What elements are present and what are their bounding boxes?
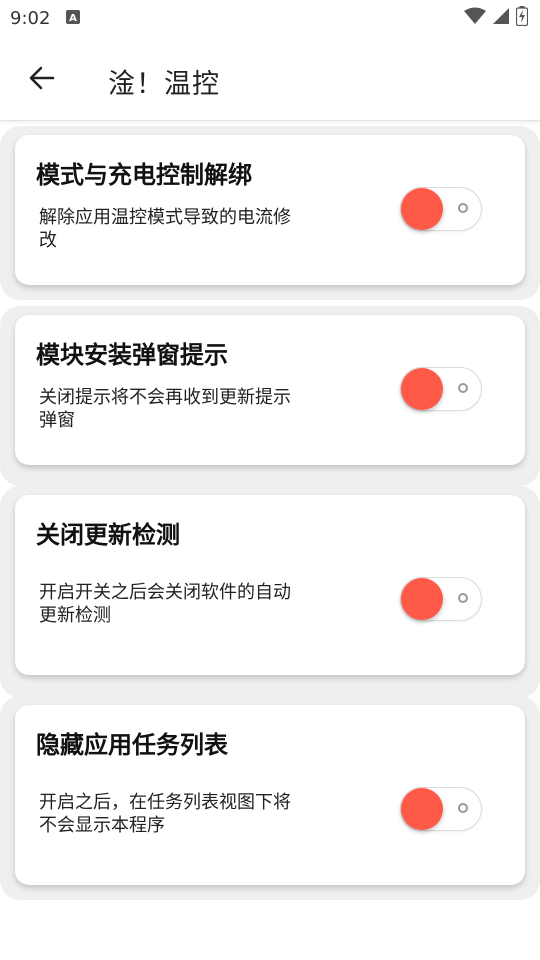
setting-title: 模块安装弹窗提示 xyxy=(36,341,228,369)
toggle-off-indicator xyxy=(458,593,468,603)
battery-charging-icon xyxy=(515,5,529,31)
setting-card-unbind-charge-control: 模式与充电控制解绑 解除应用温控模式导致的电流修 改 xyxy=(15,135,525,285)
setting-group: 关闭更新检测 开启开关之后会关闭软件的自动 更新检测 xyxy=(0,486,540,698)
page-title: 淦！温控 xyxy=(108,69,220,100)
toggle-switch-install-popup[interactable] xyxy=(401,368,481,410)
setting-group: 模块安装弹窗提示 关闭提示将不会再收到更新提示 弹窗 xyxy=(0,306,540,486)
setting-description: 关闭提示将不会再收到更新提示 弹窗 xyxy=(39,387,291,431)
svg-text:A: A xyxy=(70,13,78,24)
setting-title: 模式与充电控制解绑 xyxy=(36,161,252,189)
setting-card-install-popup: 模块安装弹窗提示 关闭提示将不会再收到更新提示 弹窗 xyxy=(15,315,525,465)
settings-list: 模式与充电控制解绑 解除应用温控模式导致的电流修 改 模块安装弹窗提示 关闭提示… xyxy=(0,124,540,900)
setting-description: 解除应用温控模式导致的电流修 改 xyxy=(39,207,291,251)
setting-group: 模式与充电控制解绑 解除应用温控模式导致的电流修 改 xyxy=(0,126,540,300)
setting-group: 隐藏应用任务列表 开启之后，在任务列表视图下将 不会显示本程序 xyxy=(0,696,540,900)
toggle-knob xyxy=(401,788,443,830)
app-bar: 淦！温控 xyxy=(0,36,540,121)
setting-card-disable-update-check: 关闭更新检测 开启开关之后会关闭软件的自动 更新检测 xyxy=(15,495,525,675)
toggle-switch-disable-update-check[interactable] xyxy=(401,578,481,620)
toggle-knob xyxy=(401,188,443,230)
toggle-switch-hide-task-list[interactable] xyxy=(401,788,481,830)
setting-title: 关闭更新检测 xyxy=(36,521,180,549)
clock: 9:02 xyxy=(10,7,51,29)
setting-card-hide-task-list: 隐藏应用任务列表 开启之后，在任务列表视图下将 不会显示本程序 xyxy=(15,705,525,885)
setting-description: 开启之后，在任务列表视图下将 不会显示本程序 xyxy=(39,792,291,836)
toggle-knob xyxy=(401,368,443,410)
a-letter-icon: A xyxy=(66,8,81,29)
cell-signal-icon xyxy=(492,7,510,30)
toggle-off-indicator xyxy=(458,803,468,813)
toggle-knob xyxy=(401,578,443,620)
arrow-back-icon xyxy=(29,66,55,94)
toggle-switch-unbind-charge-control[interactable] xyxy=(401,188,481,230)
setting-title: 隐藏应用任务列表 xyxy=(36,731,228,759)
status-bar: 9:02 A xyxy=(0,0,540,36)
setting-description: 开启开关之后会关闭软件的自动 更新检测 xyxy=(39,582,291,626)
back-button[interactable] xyxy=(22,60,62,100)
toggle-off-indicator xyxy=(458,383,468,393)
toggle-off-indicator xyxy=(458,203,468,213)
wifi-icon xyxy=(464,7,486,30)
